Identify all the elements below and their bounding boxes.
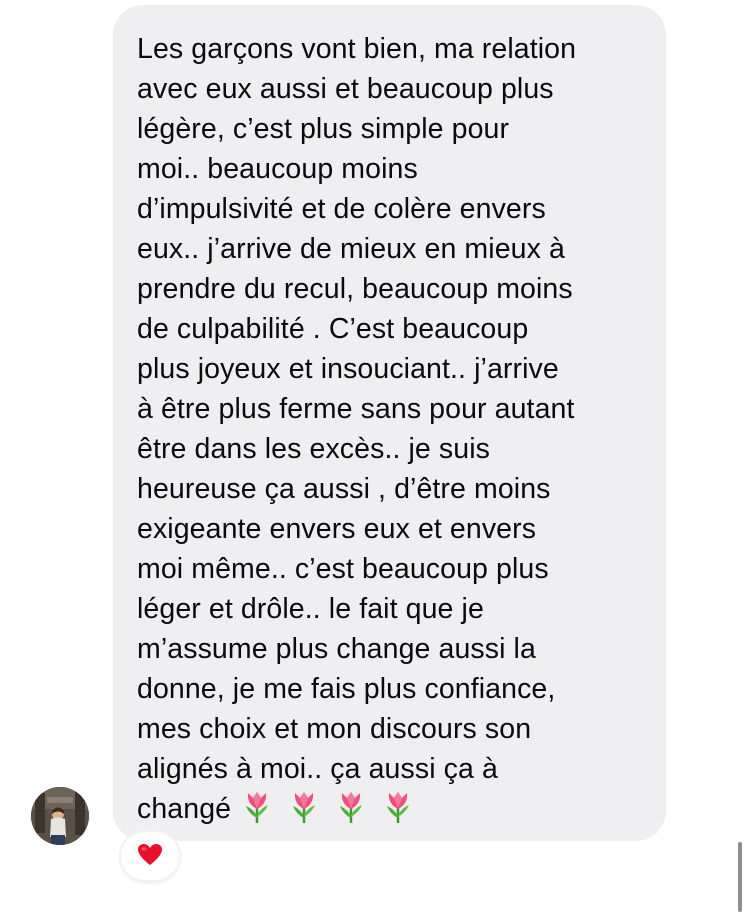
tulip-icon <box>246 790 411 825</box>
heart-icon <box>138 844 162 865</box>
scrollbar[interactable] <box>738 842 742 912</box>
message-body: Les garçons vont bien, ma relation avec … <box>137 33 577 825</box>
heart-reaction[interactable] <box>121 832 179 880</box>
tulip-emojis <box>241 790 429 835</box>
message-bubble[interactable]: Les garçons vont bien, ma relation avec … <box>113 5 666 841</box>
avatar-photo <box>31 787 89 845</box>
sender-avatar[interactable] <box>31 787 89 845</box>
message-text: Les garçons vont bien, ma relation avec … <box>137 29 646 835</box>
message-row: Les garçons vont bien, ma relation avec … <box>0 0 750 916</box>
